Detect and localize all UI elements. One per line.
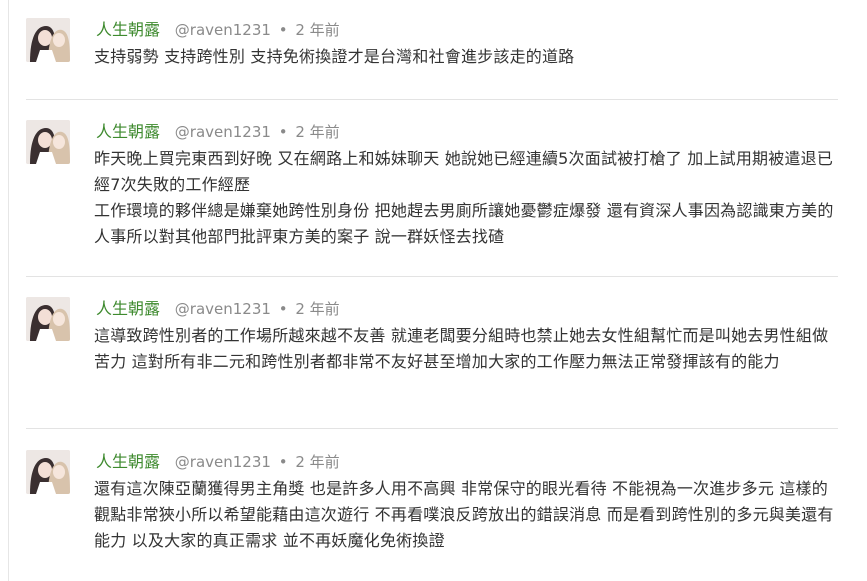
meta-separator: • bbox=[278, 300, 288, 318]
comment-paragraph: 還有這次陳亞蘭獲得男主角獎 也是許多人用不高興 非常保守的眼光看待 不能視為一次… bbox=[94, 479, 834, 550]
avatar-image-icon bbox=[26, 450, 70, 494]
avatar[interactable] bbox=[26, 18, 70, 62]
comment-meta: 人生朝露 @raven1231 • 2 年前 bbox=[96, 450, 340, 474]
author-handle[interactable]: @raven1231 bbox=[175, 123, 271, 141]
post-time[interactable]: 2 年前 bbox=[295, 453, 339, 471]
meta-separator: • bbox=[278, 21, 288, 39]
comment-divider bbox=[26, 428, 838, 429]
comment-divider bbox=[26, 276, 838, 277]
comment-paragraph: 這導致跨性別者的工作場所越來越不友善 就連老闆要分組時也禁止她去女性組幫忙而是叫… bbox=[94, 326, 829, 371]
author-name[interactable]: 人生朝露 bbox=[96, 452, 160, 471]
comment-text: 昨天晚上買完東西到好晚 又在網路上和姊妹聊天 她說她已經連續5次面試被打槍了 加… bbox=[94, 146, 838, 250]
comment-feed: 人生朝露 @raven1231 • 2 年前 支持弱勢 支持跨性別 支持免術換證… bbox=[0, 0, 867, 581]
comment-item: 人生朝露 @raven1231 • 2 年前 這導致跨性別者的工作場所越來越不友… bbox=[26, 297, 838, 429]
comment-text: 支持弱勢 支持跨性別 支持免術換證才是台灣和社會進步該走的道路 bbox=[94, 44, 838, 70]
post-time[interactable]: 2 年前 bbox=[295, 123, 339, 141]
avatar[interactable] bbox=[26, 297, 70, 341]
feed-left-border bbox=[8, 0, 9, 581]
comment-paragraph: 工作環境的夥伴總是嫌棄她跨性別身份 把她趕去男廁所讓她憂鬱症爆發 還有資深人事因… bbox=[94, 201, 834, 246]
comment-meta: 人生朝露 @raven1231 • 2 年前 bbox=[96, 120, 340, 144]
avatar[interactable] bbox=[26, 120, 70, 164]
author-handle[interactable]: @raven1231 bbox=[175, 21, 271, 39]
post-time[interactable]: 2 年前 bbox=[295, 21, 339, 39]
meta-separator: • bbox=[278, 123, 288, 141]
author-handle[interactable]: @raven1231 bbox=[175, 453, 271, 471]
author-handle[interactable]: @raven1231 bbox=[175, 300, 271, 318]
comment-meta: 人生朝露 @raven1231 • 2 年前 bbox=[96, 297, 340, 321]
avatar-image-icon bbox=[26, 120, 70, 164]
author-name[interactable]: 人生朝露 bbox=[96, 122, 160, 141]
comment-item: 人生朝露 @raven1231 • 2 年前 昨天晚上買完東西到好晚 又在網路上… bbox=[26, 120, 838, 277]
comment-item: 人生朝露 @raven1231 • 2 年前 還有這次陳亞蘭獲得男主角獎 也是許… bbox=[26, 450, 838, 581]
comment-paragraph: 昨天晚上買完東西到好晚 又在網路上和姊妹聊天 她說她已經連續5次面試被打槍了 加… bbox=[94, 149, 834, 194]
comment-meta: 人生朝露 @raven1231 • 2 年前 bbox=[96, 18, 340, 42]
comment-item: 人生朝露 @raven1231 • 2 年前 支持弱勢 支持跨性別 支持免術換證… bbox=[26, 18, 838, 100]
avatar[interactable] bbox=[26, 450, 70, 494]
comment-text: 還有這次陳亞蘭獲得男主角獎 也是許多人用不高興 非常保守的眼光看待 不能視為一次… bbox=[94, 476, 838, 554]
comment-paragraph: 支持弱勢 支持跨性別 支持免術換證才是台灣和社會進步該走的道路 bbox=[94, 47, 575, 66]
author-name[interactable]: 人生朝露 bbox=[96, 299, 160, 318]
comment-divider bbox=[26, 99, 838, 100]
author-name[interactable]: 人生朝露 bbox=[96, 20, 160, 39]
meta-separator: • bbox=[278, 453, 288, 471]
post-time[interactable]: 2 年前 bbox=[295, 300, 339, 318]
avatar-image-icon bbox=[26, 18, 70, 62]
comment-text: 這導致跨性別者的工作場所越來越不友善 就連老闆要分組時也禁止她去女性組幫忙而是叫… bbox=[94, 323, 838, 375]
avatar-image-icon bbox=[26, 297, 70, 341]
